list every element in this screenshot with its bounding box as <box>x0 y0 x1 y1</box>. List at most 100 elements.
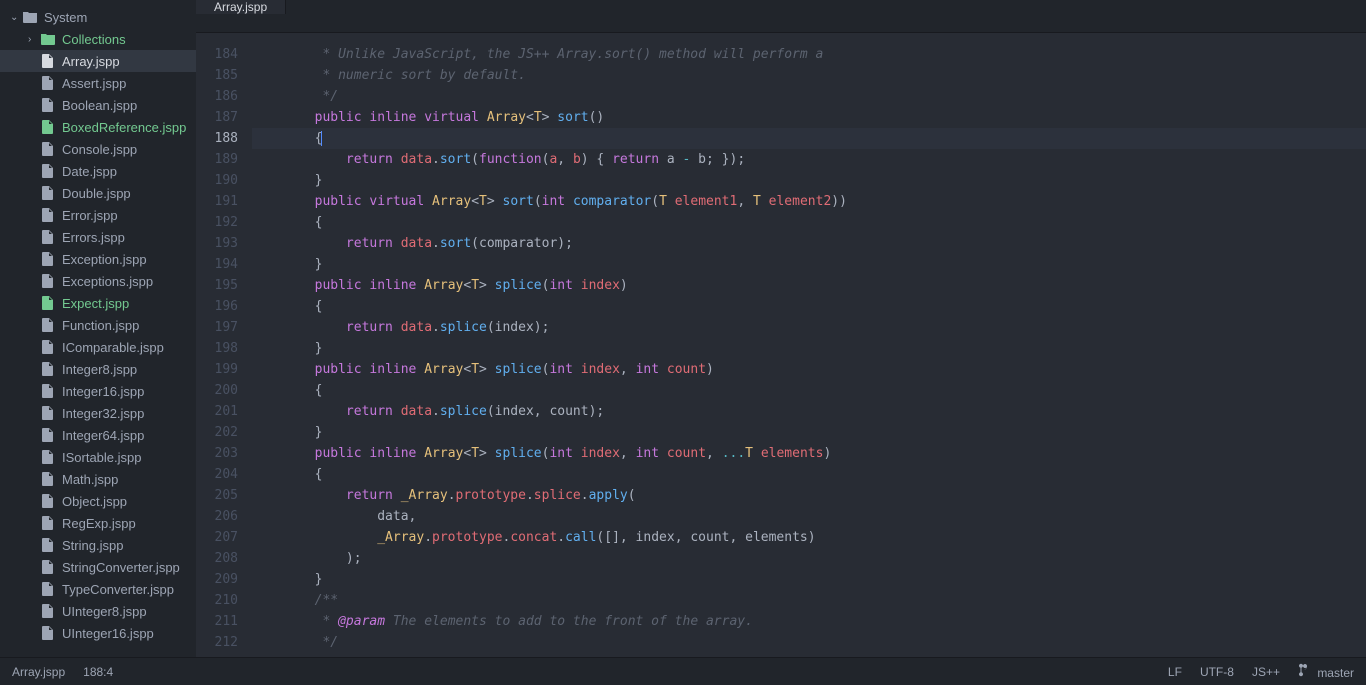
code-line[interactable]: return data.sort(comparator); <box>252 233 1366 254</box>
tree-file[interactable]: Expect.jspp <box>0 292 196 314</box>
code-line[interactable]: /** <box>252 590 1366 611</box>
line-number[interactable]: 190 <box>196 170 238 191</box>
editor-tab[interactable]: Array.jspp <box>196 0 286 14</box>
tree-file[interactable]: Exception.jspp <box>0 248 196 270</box>
status-language[interactable]: JS++ <box>1252 665 1280 679</box>
tree-file[interactable]: Array.jspp <box>0 50 196 72</box>
line-number[interactable]: 205 <box>196 485 238 506</box>
tree-root[interactable]: ⌄ System <box>0 6 196 28</box>
line-number[interactable]: 201 <box>196 401 238 422</box>
tree-file[interactable]: BoxedReference.jspp <box>0 116 196 138</box>
line-number[interactable]: 193 <box>196 233 238 254</box>
code-line[interactable]: * Unlike JavaScript, the JS++ Array.sort… <box>252 44 1366 65</box>
line-number[interactable]: 207 <box>196 527 238 548</box>
code-line[interactable]: data, <box>252 506 1366 527</box>
line-number[interactable]: 199 <box>196 359 238 380</box>
code-line[interactable]: */ <box>252 86 1366 107</box>
line-number[interactable]: 208 <box>196 548 238 569</box>
line-number[interactable]: 210 <box>196 590 238 611</box>
tree-file[interactable]: Error.jspp <box>0 204 196 226</box>
tab-bar[interactable]: Array.jspp <box>196 0 1366 33</box>
code-line[interactable]: } <box>252 338 1366 359</box>
code-line[interactable]: } <box>252 170 1366 191</box>
line-number[interactable]: 198 <box>196 338 238 359</box>
code-editor[interactable]: 1841851861871881891901911921931941951961… <box>196 33 1366 657</box>
tree-file[interactable]: Math.jspp <box>0 468 196 490</box>
line-number[interactable]: 197 <box>196 317 238 338</box>
code-line[interactable]: public inline virtual Array<T> sort() <box>252 107 1366 128</box>
tree-folder[interactable]: › Collections <box>0 28 196 50</box>
code-line[interactable]: { <box>252 380 1366 401</box>
tree-file[interactable]: Date.jspp <box>0 160 196 182</box>
line-number[interactable]: 185 <box>196 65 238 86</box>
line-number[interactable]: 212 <box>196 632 238 653</box>
code-line[interactable]: } <box>252 254 1366 275</box>
tree-file[interactable]: Assert.jspp <box>0 72 196 94</box>
code-line[interactable]: { <box>252 296 1366 317</box>
status-cursor[interactable]: 188:4 <box>83 665 113 679</box>
line-number[interactable]: 191 <box>196 191 238 212</box>
line-number[interactable]: 196 <box>196 296 238 317</box>
tree-file[interactable]: UInteger16.jspp <box>0 622 196 644</box>
code-line[interactable]: public inline Array<T> splice(int index,… <box>252 443 1366 464</box>
tree-file[interactable]: RegExp.jspp <box>0 512 196 534</box>
line-number[interactable]: 209 <box>196 569 238 590</box>
tree-file[interactable]: TypeConverter.jspp <box>0 578 196 600</box>
code-line[interactable]: { <box>252 212 1366 233</box>
code-line[interactable]: public virtual Array<T> sort(int compara… <box>252 191 1366 212</box>
tree-file[interactable]: Object.jspp <box>0 490 196 512</box>
code-line[interactable]: */ <box>252 632 1366 653</box>
tree-file[interactable]: IComparable.jspp <box>0 336 196 358</box>
code-line[interactable]: return data.splice(index, count); <box>252 401 1366 422</box>
code-line[interactable]: * @param The elements to add to the fron… <box>252 611 1366 632</box>
code-line[interactable]: } <box>252 422 1366 443</box>
line-number[interactable]: 206 <box>196 506 238 527</box>
code-line[interactable]: _Array.prototype.concat.call([], index, … <box>252 527 1366 548</box>
line-number[interactable]: 192 <box>196 212 238 233</box>
line-gutter[interactable]: 1841851861871881891901911921931941951961… <box>196 33 252 657</box>
code-line[interactable]: return _Array.prototype.splice.apply( <box>252 485 1366 506</box>
code-line[interactable]: * numeric sort by default. <box>252 65 1366 86</box>
tree-file[interactable]: Double.jspp <box>0 182 196 204</box>
file-icon <box>40 295 56 311</box>
tree-file[interactable]: String.jspp <box>0 534 196 556</box>
line-number[interactable]: 189 <box>196 149 238 170</box>
tree-file[interactable]: Boolean.jspp <box>0 94 196 116</box>
code-line[interactable]: return data.splice(index); <box>252 317 1366 338</box>
tree-file[interactable]: Integer8.jspp <box>0 358 196 380</box>
line-number[interactable]: 187 <box>196 107 238 128</box>
tree-file[interactable]: UInteger8.jspp <box>0 600 196 622</box>
line-number[interactable]: 203 <box>196 443 238 464</box>
tree-file[interactable]: StringConverter.jspp <box>0 556 196 578</box>
status-encoding[interactable]: UTF-8 <box>1200 665 1234 679</box>
line-number[interactable]: 188 <box>196 128 238 149</box>
tree-file[interactable]: ISortable.jspp <box>0 446 196 468</box>
file-tree[interactable]: ⌄ System › Collections Array.jsppAssert.… <box>0 0 196 657</box>
tree-file[interactable]: Exceptions.jspp <box>0 270 196 292</box>
tree-file[interactable]: Function.jspp <box>0 314 196 336</box>
line-number[interactable]: 211 <box>196 611 238 632</box>
tree-file[interactable]: Integer16.jspp <box>0 380 196 402</box>
line-number[interactable]: 194 <box>196 254 238 275</box>
tree-file[interactable]: Errors.jspp <box>0 226 196 248</box>
status-file[interactable]: Array.jspp <box>12 665 65 679</box>
line-number[interactable]: 186 <box>196 86 238 107</box>
code-line[interactable]: { <box>252 128 1366 149</box>
code-line[interactable]: { <box>252 464 1366 485</box>
code-line[interactable]: } <box>252 569 1366 590</box>
line-number[interactable]: 200 <box>196 380 238 401</box>
tree-file[interactable]: Integer64.jspp <box>0 424 196 446</box>
line-number[interactable]: 184 <box>196 44 238 65</box>
tree-file[interactable]: Integer32.jspp <box>0 402 196 424</box>
code-line[interactable]: ); <box>252 548 1366 569</box>
code-content[interactable]: * Unlike JavaScript, the JS++ Array.sort… <box>252 33 1366 657</box>
code-line[interactable]: public inline Array<T> splice(int index,… <box>252 359 1366 380</box>
code-line[interactable]: return data.sort(function(a, b) { return… <box>252 149 1366 170</box>
status-branch[interactable]: master <box>1298 663 1354 680</box>
code-line[interactable]: public inline Array<T> splice(int index) <box>252 275 1366 296</box>
status-line-ending[interactable]: LF <box>1168 665 1182 679</box>
tree-file[interactable]: Console.jspp <box>0 138 196 160</box>
line-number[interactable]: 195 <box>196 275 238 296</box>
line-number[interactable]: 204 <box>196 464 238 485</box>
line-number[interactable]: 202 <box>196 422 238 443</box>
